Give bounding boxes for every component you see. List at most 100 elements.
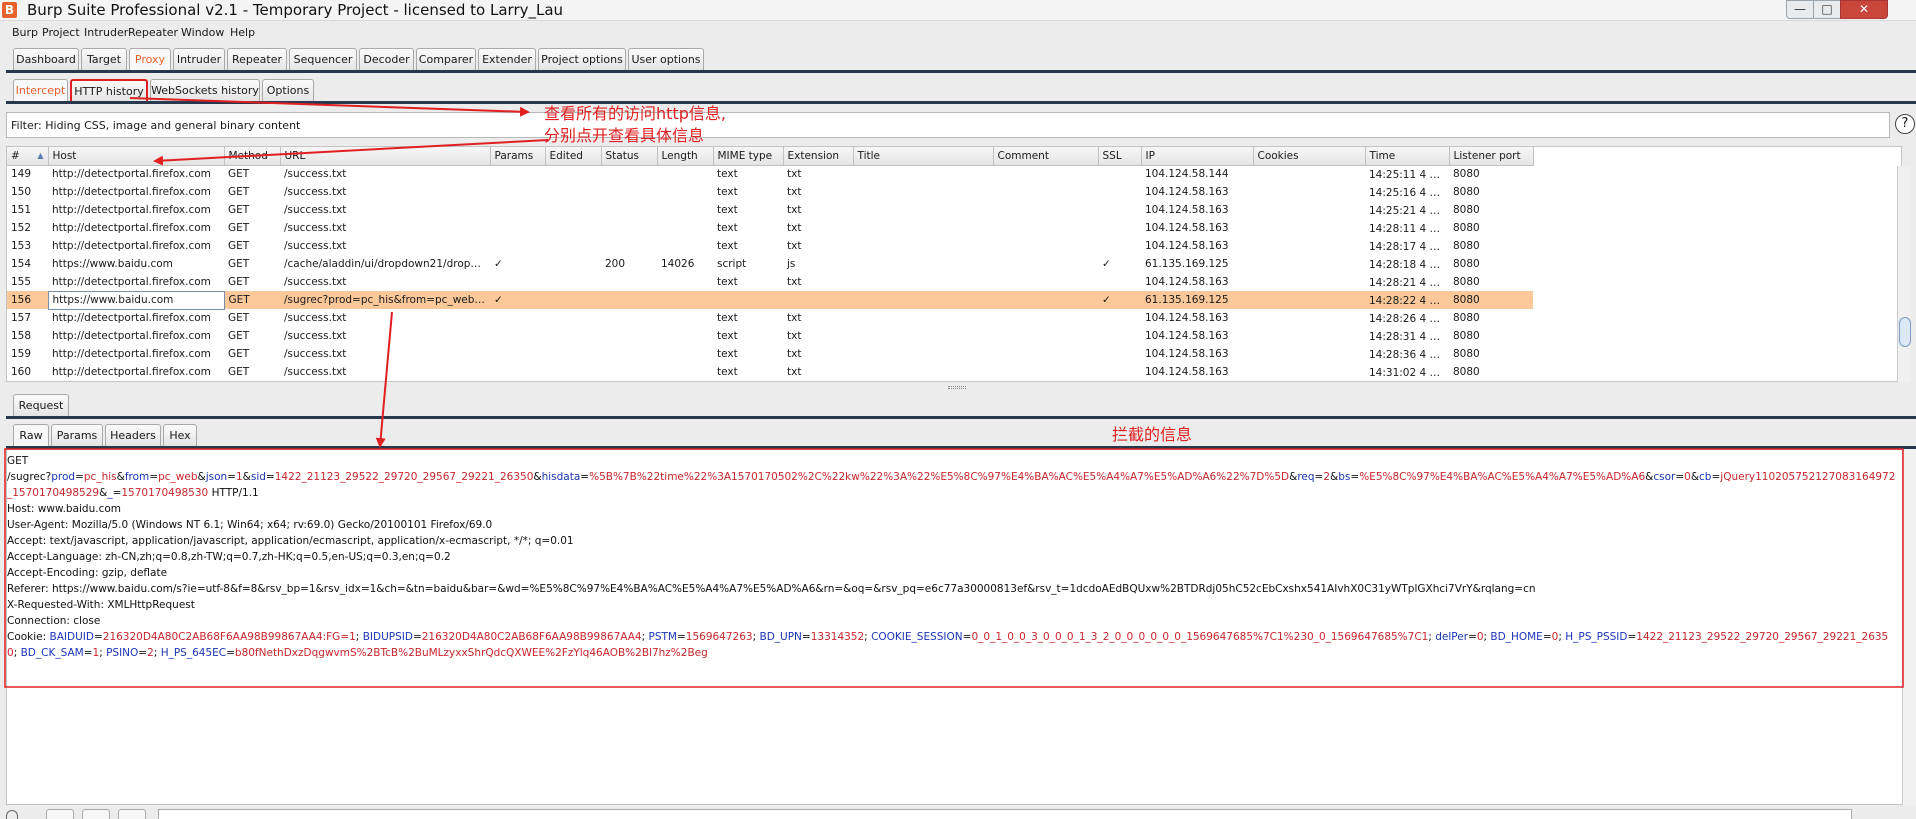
tab-intruder[interactable]: Intruder bbox=[173, 48, 225, 71]
tab-http-history[interactable]: HTTP history bbox=[70, 79, 148, 102]
column-header[interactable]: Extension bbox=[783, 147, 854, 166]
tab-sequencer[interactable]: Sequencer bbox=[289, 48, 357, 71]
column-header-label: URL bbox=[284, 149, 306, 162]
cell-params bbox=[490, 201, 545, 219]
cell-length bbox=[657, 219, 713, 237]
tab-websockets-history[interactable]: WebSockets history bbox=[150, 79, 260, 102]
table-row[interactable]: 149 http://detectportal.firefox.com GET/su… bbox=[7, 165, 1533, 183]
cell-method: GET bbox=[228, 348, 250, 360]
cell-num: 158 bbox=[11, 330, 32, 342]
cell-method: GET bbox=[228, 204, 250, 216]
table-row[interactable]: 157 http://detectportal.firefox.com GET/su… bbox=[7, 309, 1533, 327]
minimize-button[interactable]: — bbox=[1786, 0, 1814, 19]
table-row[interactable]: 159 http://detectportal.firefox.com GET/su… bbox=[7, 345, 1533, 363]
tab-headers[interactable]: Headers bbox=[105, 424, 161, 447]
tab-request[interactable]: Request bbox=[13, 394, 69, 417]
cell-length bbox=[657, 291, 713, 309]
param-value: b80fNethDxzDqgwvmS%2BTcB%2BuMLzyxxShrQdc… bbox=[234, 647, 708, 659]
column-header[interactable]: Method bbox=[224, 147, 281, 166]
column-header[interactable]: Cookies bbox=[1253, 147, 1366, 166]
tab-options[interactable]: Options bbox=[262, 79, 314, 102]
menu-repeater[interactable]: Repeater bbox=[128, 26, 178, 39]
tab-user-options[interactable]: User options bbox=[628, 48, 704, 71]
table-row[interactable]: 156 https://www.baidu.com GET/sugrec?prod=… bbox=[7, 290, 1533, 310]
request-text: & bbox=[242, 471, 251, 483]
column-header[interactable]: # ▲ bbox=[7, 147, 49, 166]
search-next-button[interactable] bbox=[118, 809, 146, 819]
column-header[interactable]: Length bbox=[657, 147, 714, 166]
table-row[interactable]: 155 http://detectportal.firefox.com GET/su… bbox=[7, 273, 1533, 291]
column-header[interactable]: Time bbox=[1365, 147, 1450, 166]
column-header[interactable]: SSL bbox=[1098, 147, 1142, 166]
table-row[interactable]: 158 http://detectportal.firefox.com GET/su… bbox=[7, 327, 1533, 345]
cell-host: http://detectportal.firefox.com bbox=[52, 204, 211, 216]
cell-url: /success.txt bbox=[284, 330, 347, 342]
column-header[interactable]: MIME type bbox=[713, 147, 784, 166]
cell-ip: 104.124.58.163 bbox=[1145, 348, 1229, 360]
cell-params bbox=[490, 165, 545, 183]
column-header[interactable]: Status bbox=[601, 147, 658, 166]
tab-dashboard[interactable]: Dashboard bbox=[13, 48, 79, 71]
column-header[interactable]: Title bbox=[853, 147, 994, 166]
table-scroll-thumb[interactable] bbox=[1899, 317, 1911, 347]
cell-ext: txt bbox=[787, 186, 802, 198]
column-header[interactable]: URL bbox=[280, 147, 491, 166]
menu-burp[interactable]: Burp bbox=[12, 26, 38, 39]
column-header[interactable]: Params bbox=[490, 147, 546, 166]
cell-ssl bbox=[1098, 237, 1141, 255]
search-prev-button[interactable] bbox=[46, 809, 74, 819]
tab-hex[interactable]: Hex bbox=[163, 424, 197, 447]
cell-comment bbox=[993, 309, 1098, 327]
table-row[interactable]: 152 http://detectportal.firefox.com GET/su… bbox=[7, 219, 1533, 237]
filter-bar[interactable]: Filter: Hiding CSS, image and general bi… bbox=[6, 112, 1890, 138]
table-row[interactable]: 151 http://detectportal.firefox.com GET/su… bbox=[7, 201, 1533, 219]
search-options-button[interactable] bbox=[82, 809, 110, 819]
tab-repeater[interactable]: Repeater bbox=[227, 48, 287, 71]
table-scrollbar[interactable] bbox=[1897, 166, 1911, 382]
request-text: = bbox=[580, 471, 590, 483]
cell-ssl bbox=[1098, 345, 1141, 363]
cell-params bbox=[490, 309, 545, 327]
cell-num: 156 bbox=[7, 291, 48, 309]
menu-window[interactable]: Window bbox=[181, 26, 224, 39]
column-header[interactable]: IP bbox=[1141, 147, 1254, 166]
editor-scrollbar[interactable] bbox=[1902, 449, 1916, 805]
column-header[interactable]: Comment bbox=[993, 147, 1099, 166]
raw-request-text[interactable]: GET /sugrec?prod=pc_his&from=pc_web&json… bbox=[7, 453, 1897, 661]
help-icon[interactable]: ? bbox=[1895, 114, 1915, 134]
tab-decoder[interactable]: Decoder bbox=[359, 48, 414, 71]
search-input[interactable] bbox=[158, 809, 1852, 819]
column-header[interactable]: Host bbox=[48, 147, 225, 166]
main-tab-divider bbox=[6, 70, 1916, 73]
splitter-handle[interactable] bbox=[948, 386, 966, 389]
tab-project-options[interactable]: Project options bbox=[538, 48, 626, 71]
tab-proxy[interactable]: Proxy bbox=[129, 48, 171, 71]
table-row[interactable]: 153 http://detectportal.firefox.com GET/su… bbox=[7, 237, 1533, 255]
column-header-label: Length bbox=[661, 149, 698, 162]
tab-target[interactable]: Target bbox=[81, 48, 127, 71]
tab-intercept[interactable]: Intercept bbox=[13, 79, 68, 102]
request-text: /sugrec? bbox=[7, 471, 52, 483]
table-row[interactable]: 154 https://www.baidu.com GET/cache/aladdi… bbox=[7, 255, 1533, 273]
tab-extender[interactable]: Extender bbox=[478, 48, 536, 71]
maximize-button[interactable]: □ bbox=[1813, 0, 1841, 19]
table-row[interactable]: 160 http://detectportal.firefox.com GET/su… bbox=[7, 363, 1533, 381]
cell-params bbox=[490, 327, 545, 345]
tab-comparer[interactable]: Comparer bbox=[416, 48, 476, 71]
menu-help[interactable]: Help bbox=[230, 26, 255, 39]
column-header-label: Host bbox=[52, 149, 77, 162]
menu-project[interactable]: Project bbox=[42, 26, 80, 39]
menu-intruder[interactable]: Intruder bbox=[84, 26, 128, 39]
column-header[interactable]: Listener port bbox=[1449, 147, 1534, 166]
help-circle-icon[interactable] bbox=[6, 810, 18, 819]
cell-comment bbox=[993, 327, 1098, 345]
column-header[interactable]: Edited bbox=[545, 147, 602, 166]
close-button[interactable]: ✕ bbox=[1840, 0, 1888, 19]
tab-params[interactable]: Params bbox=[51, 424, 103, 447]
param-name: req bbox=[1297, 471, 1315, 483]
table-row[interactable]: 150 http://detectportal.firefox.com GET/su… bbox=[7, 183, 1533, 201]
cell-ext: txt bbox=[787, 276, 802, 288]
cell-host: http://detectportal.firefox.com bbox=[52, 312, 211, 325]
raw-request-editor[interactable]: GET /sugrec?prod=pc_his&from=pc_web&json… bbox=[6, 449, 1904, 805]
tab-raw[interactable]: Raw bbox=[13, 424, 49, 447]
